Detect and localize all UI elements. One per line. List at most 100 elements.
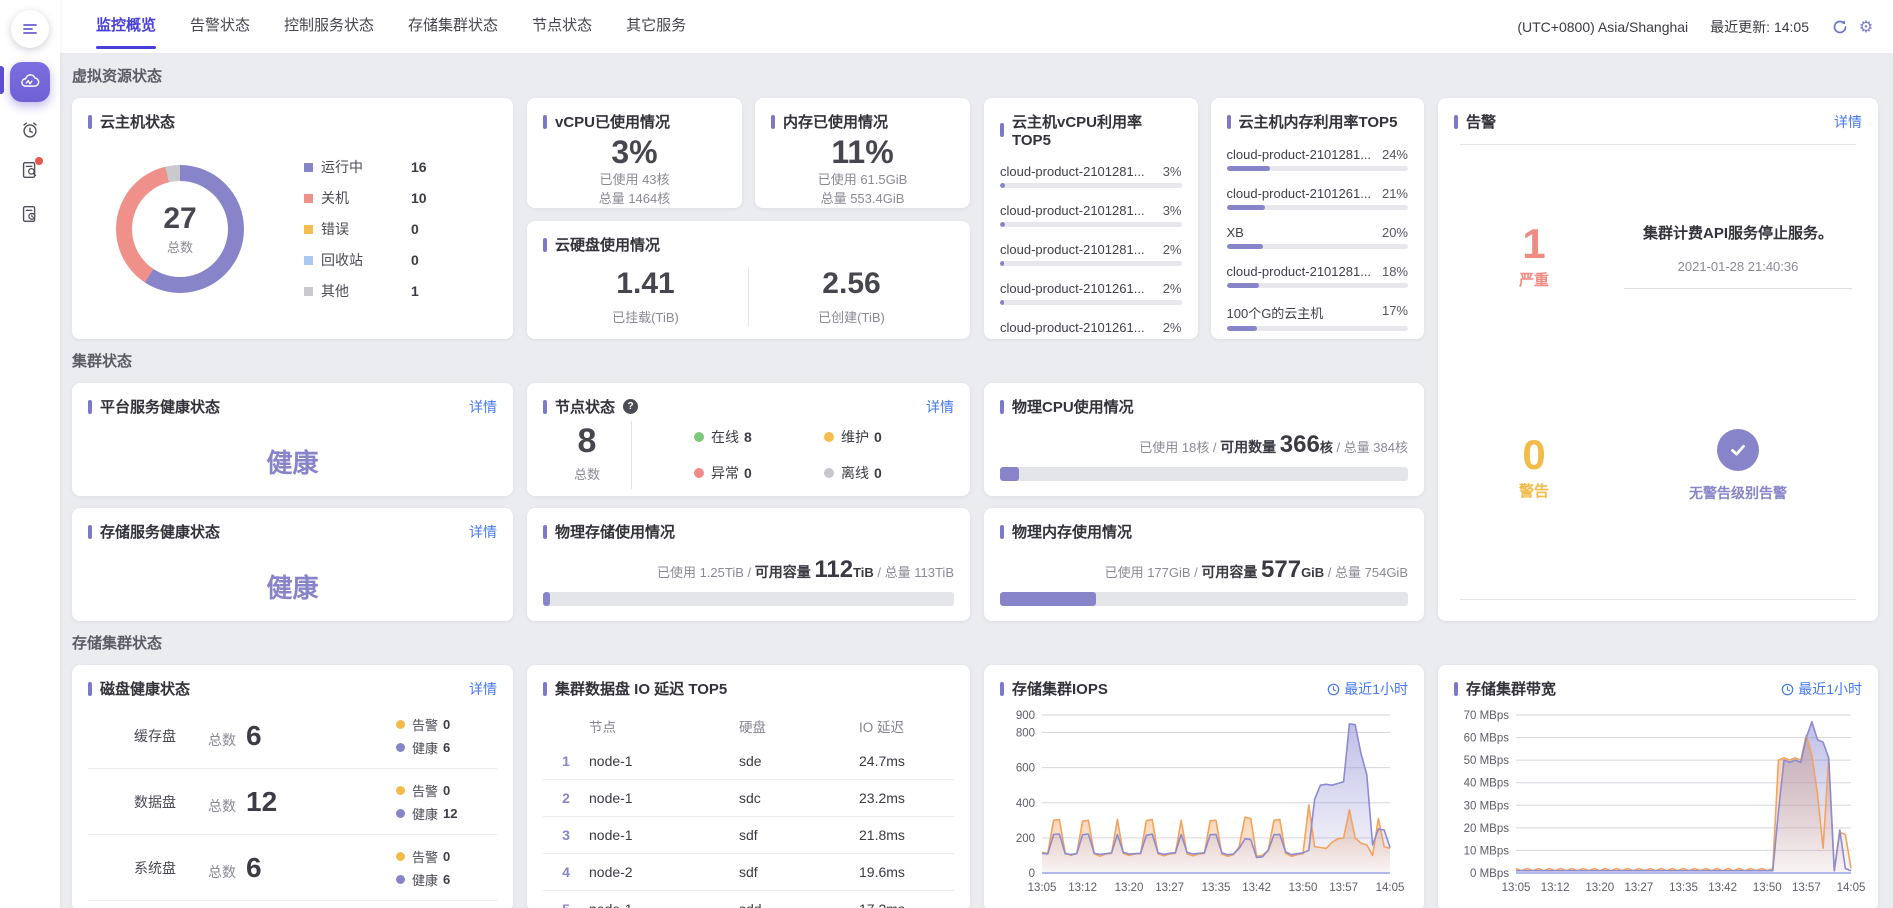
alerts-panel: 告警 详情 1 严重 集群计费API服务停止服务。 2021-01-28 21:… [1438,98,1878,621]
vm-total-label: 总数 [167,237,193,256]
svg-text:13:57: 13:57 [1792,882,1821,894]
sidebar-item-monitor-overview[interactable] [10,62,50,102]
tab-other-services[interactable]: 其它服务 [626,0,686,54]
svg-text:400: 400 [1016,798,1035,810]
memory-percent: 11% [771,134,954,171]
svg-text:13:05: 13:05 [1028,882,1057,894]
vm-status-panel: 云主机状态 27 总数 运行中16 关机10 错误0 回收站0 其他1 [72,98,513,339]
vcpu-usage-panel: vCPU已使用情况 3% 已使用 43核 总量 1464核 [527,98,742,208]
legend-item: 运行中16 [304,157,497,177]
disk-health-detail-link[interactable]: 详情 [469,679,497,699]
clock-icon [1781,683,1794,696]
svg-text:13:50: 13:50 [1753,882,1782,894]
panel-title: 云硬盘使用情况 [543,234,954,255]
help-icon[interactable]: ? [623,399,638,414]
section-storage-cluster-status: 存储集群状态 [72,632,1878,653]
top5-row: cloud-product-2101261...2% [1000,281,1182,305]
alerts-detail-link[interactable]: 详情 [1834,112,1862,132]
svg-text:13:27: 13:27 [1155,882,1184,894]
top5-row: 100个G的云主机17% [1227,303,1409,331]
svg-text:13:57: 13:57 [1329,882,1358,894]
critical-count: 1 [1454,221,1614,267]
physical-cpu-progress-bar [1000,467,1408,481]
legend-item: 离线0 [824,463,954,483]
storage-health-detail-link[interactable]: 详情 [469,522,497,542]
tab-control-service-status[interactable]: 控制服务状态 [284,0,374,54]
svg-text:40 MBps: 40 MBps [1464,778,1510,790]
svg-text:13:12: 13:12 [1541,882,1570,894]
svg-text:14:05: 14:05 [1837,882,1866,894]
table-row: 5node-1sdd17.2ms [543,891,954,908]
platform-health-detail-link[interactable]: 详情 [469,397,497,417]
disk-row-system: 系统盘 总数6 告警0 健康6 [88,835,497,901]
sidebar-item-alarms[interactable] [10,110,50,150]
legend-dot [396,786,405,795]
storage-health-status: 健康 [88,568,497,605]
svg-text:30 MBps: 30 MBps [1464,800,1510,812]
svg-text:20 MBps: 20 MBps [1464,823,1510,835]
table-row: 1node-1sde24.7ms [543,743,954,780]
node-status-detail-link[interactable]: 详情 [926,397,954,417]
vcpu-percent: 3% [543,134,726,171]
refresh-icon[interactable] [1831,18,1849,36]
top5-row: cloud-product-2101261...21% [1227,186,1409,210]
top-header: 监控概览 告警状态 控制服务状态 存储集群状态 节点状态 其它服务 (UTC+0… [60,0,1893,54]
svg-text:13:35: 13:35 [1669,882,1698,894]
bandwidth-time-range-link[interactable]: 最近1小时 [1781,679,1862,699]
legend-swatch [304,194,313,203]
memory-used: 已使用 61.5GiB [771,171,954,190]
svg-text:13:27: 13:27 [1624,882,1653,894]
top5-row: cloud-product-2101281...18% [1227,264,1409,288]
legend-swatch [304,287,313,296]
active-indicator [0,66,4,94]
svg-text:900: 900 [1016,710,1035,722]
tab-alert-status[interactable]: 告警状态 [190,0,250,54]
settings-gear-icon[interactable]: ⚙ [1857,18,1875,36]
physical-storage-progress-bar [543,592,954,606]
physical-memory-panel: 物理内存使用情况 已使用 177GiB / 可用容量 577GiB / 总量 7… [984,508,1424,621]
physical-cpu-usage-text: 已使用 18核 / 可用数量 366核 / 总量 384核 [1000,431,1408,459]
svg-text:600: 600 [1016,763,1035,775]
memory-usage-panel: 内存已使用情况 11% 已使用 61.5GiB 总量 553.4GiB [755,98,970,208]
tab-monitor-overview[interactable]: 监控概览 [96,0,156,54]
legend-item: 错误0 [304,219,497,239]
vdisk-usage-panel: 云硬盘使用情况 1.41 已挂载(TiB) 2.56 已创建(TiB) [527,221,970,339]
clock-icon [1327,683,1340,696]
legend-item: 异常0 [694,463,824,483]
iops-chart-panel: 存储集群IOPS 最近1小时 020040060080090013:0513:1… [984,665,1424,908]
legend-swatch [304,256,313,265]
document-clock-icon [19,203,41,225]
sidebar-item-audit-logs[interactable] [10,152,50,192]
tab-node-status[interactable]: 节点状态 [532,0,592,54]
panel-title: 云主机状态 [88,111,497,132]
tab-storage-cluster-status[interactable]: 存储集群状态 [408,0,498,54]
node-total: 8 总数 [543,421,632,489]
physical-memory-usage-text: 已使用 177GiB / 可用容量 577GiB / 总量 754GiB [1000,556,1408,584]
notification-badge [35,157,43,165]
svg-text:13:12: 13:12 [1068,882,1097,894]
panel-title: 磁盘健康状态 [88,678,497,699]
memory-total: 总量 553.4GiB [771,190,954,208]
svg-text:13:35: 13:35 [1202,882,1231,894]
vm-total: 27 [163,202,196,235]
panel-title: 物理存储使用情况 [543,521,954,542]
svg-text:13:05: 13:05 [1502,882,1531,894]
check-circle-icon [1717,429,1759,471]
panel-title: 物理内存使用情况 [1000,521,1408,542]
vdisk-mounted: 1.41 已挂载(TiB) [543,267,749,326]
menu-toggle-button[interactable] [11,10,49,48]
table-header-row: 节点 硬盘 IO 延迟 [543,709,954,743]
svg-text:50 MBps: 50 MBps [1464,755,1510,767]
iops-time-range-link[interactable]: 最近1小时 [1327,679,1408,699]
legend-item: 关机10 [304,188,497,208]
bandwidth-chart-panel: 存储集群带宽 最近1小时 0 MBps10 MBps20 MBps30 MBps… [1438,665,1878,908]
section-cluster-status: 集群状态 [72,350,1424,371]
node-status-panel: 节点状态? 详情 8 总数 在线8 维护0 异常0 离线0 [527,383,970,496]
alert-timestamp: 2021-01-28 21:40:36 [1624,259,1852,289]
table-row: 2node-1sdc23.2ms [543,780,954,817]
table-row: 3node-1sdf21.8ms [543,817,954,854]
sidebar-item-history[interactable] [10,194,50,234]
top5-row: cloud-product-2101261...2% [1000,320,1182,339]
panel-title: 物理CPU使用情况 [1000,396,1408,417]
critical-label: 严重 [1454,269,1614,290]
